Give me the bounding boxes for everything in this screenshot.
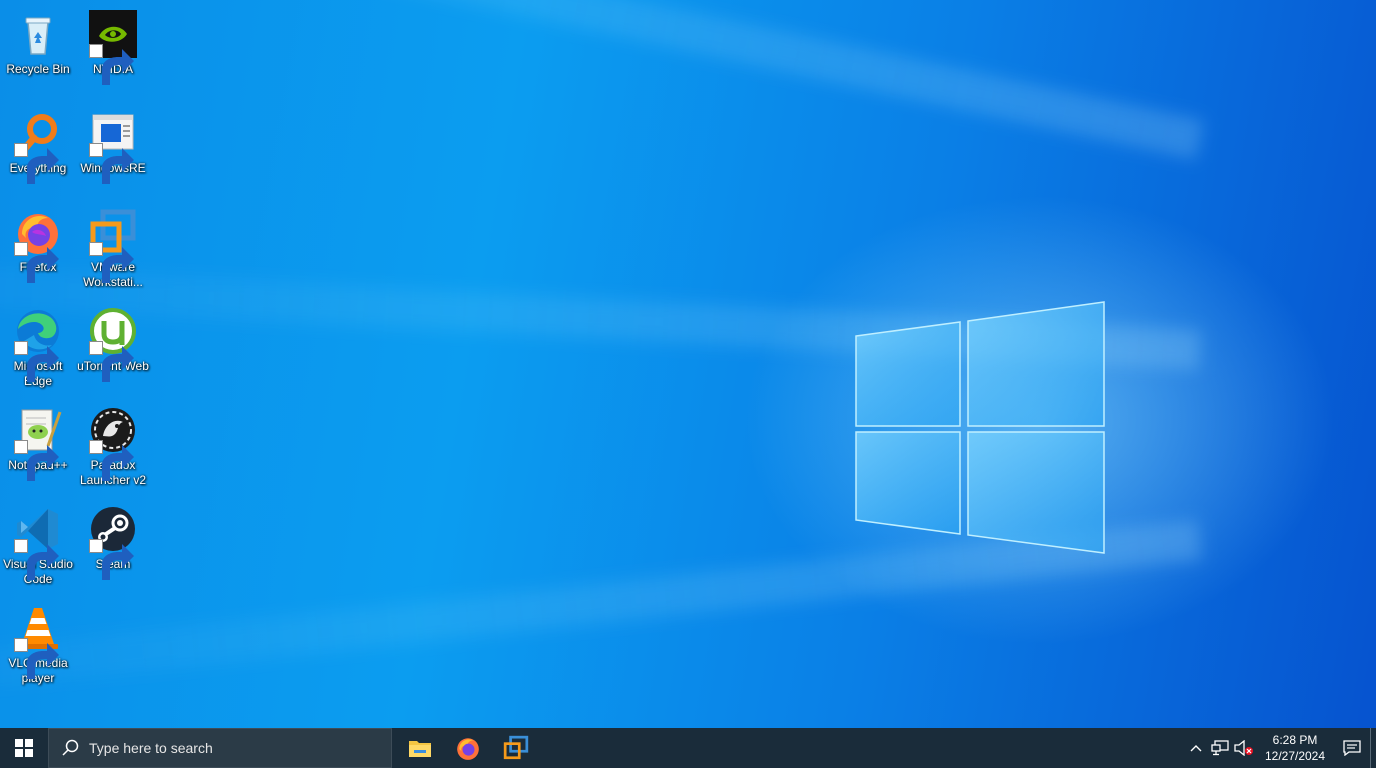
shortcut-arrow-icon: [89, 341, 134, 382]
vmware-icon: [503, 735, 529, 760]
desktop-icon-edge[interactable]: Microsoft Edge: [0, 301, 76, 397]
shortcut-arrow-icon: [14, 341, 59, 382]
taskbar-firefox[interactable]: [444, 728, 492, 768]
desktop-icon-vmware[interactable]: VMware Workstati...: [75, 202, 151, 298]
desktop-icon-everything[interactable]: Everything: [0, 103, 76, 199]
desktop-icon-vscode[interactable]: Visual Studio Code: [0, 499, 76, 595]
network-icon: [1211, 740, 1229, 756]
everything-search-icon: [14, 109, 62, 184]
file-explorer-icon: [409, 741, 431, 757]
desktop-icon-steam[interactable]: Steam: [75, 499, 151, 595]
notepad-plus-plus-icon: [14, 406, 62, 481]
desktop-icon-windowsre[interactable]: WindowsRE: [75, 103, 151, 199]
notification-icon: [1343, 740, 1361, 756]
shortcut-arrow-icon: [89, 143, 134, 184]
desktop-icon-notepad-plus-plus[interactable]: Notepad++: [0, 400, 76, 496]
windowsre-icon: [89, 109, 137, 184]
show-desktop-button[interactable]: [1370, 728, 1376, 768]
volume-muted-icon: [1234, 740, 1253, 756]
icon-label: Recycle Bin: [6, 62, 70, 76]
taskbar-search-box[interactable]: Type here to search: [48, 728, 392, 768]
shortcut-arrow-icon: [14, 638, 59, 679]
clock-date: 12/27/2024: [1264, 749, 1326, 763]
firefox-icon: [457, 738, 479, 760]
action-center-button[interactable]: [1334, 728, 1370, 768]
vmware-icon: [89, 208, 137, 283]
paradox-icon: [89, 406, 137, 481]
desktop-icon-paradox-launcher[interactable]: Paradox Launcher v2: [75, 400, 151, 496]
desktop-icon-nvidia[interactable]: NVIDIA: [75, 4, 151, 100]
search-icon: [62, 739, 79, 756]
chevron-up-icon: [1190, 745, 1202, 752]
windows-wallpaper-logo: [855, 301, 1105, 554]
desktop-icon-firefox[interactable]: Firefox: [0, 202, 76, 298]
firefox-icon: [14, 208, 62, 283]
shortcut-arrow-icon: [89, 539, 134, 580]
light-beam: [0, 0, 1205, 160]
shortcut-arrow-icon: [14, 440, 59, 481]
shortcut-arrow-icon: [14, 143, 59, 184]
clock-time: 6:28 PM: [1272, 733, 1318, 747]
shortcut-arrow-icon: [14, 539, 59, 580]
utorrent-icon: [89, 307, 137, 382]
volume-button[interactable]: [1232, 728, 1256, 768]
recycle-bin-icon: [14, 10, 62, 58]
system-tray: 6:28 PM 12/27/2024: [1184, 728, 1376, 768]
taskbar-file-explorer[interactable]: [396, 728, 444, 768]
shortcut-arrow-icon: [89, 242, 134, 283]
taskbar-clock[interactable]: 6:28 PM 12/27/2024: [1260, 732, 1330, 764]
network-status-button[interactable]: [1208, 728, 1232, 768]
desktop[interactable]: Recycle Bin NVIDIA Everything WindowsRE …: [0, 0, 1376, 728]
desktop-icon-vlc[interactable]: VLC media player: [0, 598, 76, 694]
steam-icon: [89, 505, 137, 580]
taskbar: Type here to search 6:28 PM 12/27/2024: [0, 728, 1376, 768]
shortcut-arrow-icon: [89, 44, 134, 85]
taskbar-vmware[interactable]: [492, 728, 540, 768]
vscode-icon: [14, 505, 62, 580]
search-placeholder: Type here to search: [89, 740, 213, 756]
show-hidden-icons-button[interactable]: [1184, 728, 1208, 768]
vlc-icon: [14, 604, 62, 679]
shortcut-arrow-icon: [89, 440, 134, 481]
edge-icon: [14, 307, 62, 382]
desktop-icon-recycle-bin[interactable]: Recycle Bin: [0, 4, 76, 100]
windows-start-icon: [15, 739, 33, 757]
start-button[interactable]: [0, 728, 48, 768]
shortcut-arrow-icon: [14, 242, 59, 283]
nvidia-icon: [89, 10, 137, 85]
desktop-icon-utorrent[interactable]: uTorrent Web: [75, 301, 151, 397]
